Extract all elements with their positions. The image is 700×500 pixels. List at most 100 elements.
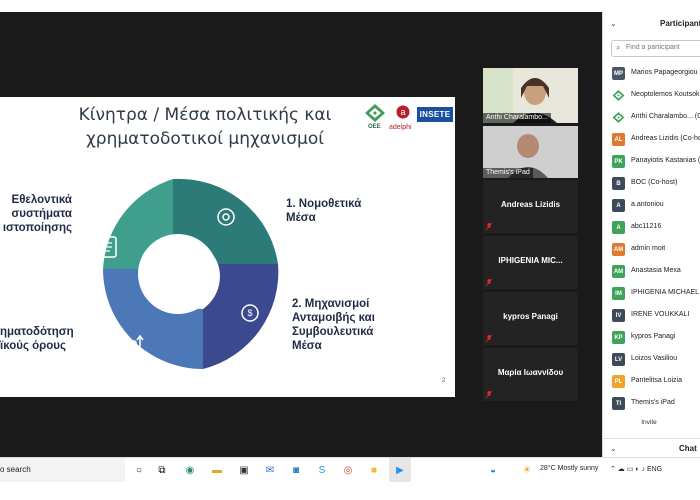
name-tile[interactable]: Andreas Lizidis [483, 180, 578, 233]
avatar: LV [612, 353, 625, 366]
chat-title: Chat [679, 444, 697, 453]
tile-participant-name: Andreas Lizidis [500, 200, 561, 209]
participant-name: abc11216 [631, 223, 662, 230]
sticky-notes-icon[interactable]: ■ [367, 463, 381, 477]
store-icon[interactable]: ▣ [237, 463, 251, 477]
slide-number: 2 [442, 378, 446, 384]
tile-participant-name: kypros Panagi [503, 312, 558, 321]
label-line: ιστοποίησης [2, 222, 72, 234]
meet-icon[interactable]: ◒ [486, 463, 500, 477]
participant-name: a.antoniou [631, 201, 664, 208]
participant-row[interactable]: AL Andreas Lizidis (Co-ho [603, 129, 700, 151]
name-tile[interactable]: Μαρία Ιωαννίδου [483, 348, 578, 401]
mic-off-icon [486, 223, 492, 230]
participant-row[interactable]: PL Pantelitsa Loizia [603, 371, 700, 393]
participants-panel: ⌄ Participants ⌕ Find a participant MP Ma… [602, 12, 700, 457]
taskbar-search-text: o search [0, 465, 31, 474]
bottom-strip [0, 482, 700, 500]
invite-button[interactable]: Invite [633, 415, 665, 429]
avatar: KP [612, 331, 625, 344]
avatar: AL [612, 133, 625, 146]
weather-text: 28°C Mostly sunny [540, 465, 599, 472]
participant-name: admin moit [631, 245, 666, 252]
participant-row[interactable]: Aa.antoniou [603, 195, 700, 217]
shared-screen: Κίνητρα / Μέσα πολιτικής και χρηματοδοτι… [0, 12, 483, 457]
file-explorer-icon[interactable]: ▬ [210, 463, 224, 477]
video-tile-anthi[interactable]: Anthi Charalambo... [483, 68, 578, 123]
participant-row[interactable]: LV Loizos Vasiliou [603, 349, 700, 371]
avatar: AM [612, 243, 625, 256]
participant-name: Pantelitsa Loizia [631, 377, 682, 384]
participant-row[interactable]: Aabc11216 [603, 217, 700, 239]
label-line: Μέσα [292, 340, 322, 352]
mic-off-icon [486, 335, 492, 342]
participant-row[interactable]: AM Anastasia Mexa [603, 261, 700, 283]
avatar: TI [612, 397, 625, 410]
video-name-label: Anthi Charalambo... [483, 113, 551, 123]
participant-row[interactable]: TI Themis's iPad [603, 393, 700, 415]
label-line: Εθελοντικά [11, 194, 72, 206]
participant-name: Neoptolemos Koutsok [631, 91, 700, 98]
taskbar-search[interactable]: o search [0, 458, 125, 483]
language-indicator[interactable]: ENG [647, 466, 662, 473]
name-tile[interactable]: kypros Panagi [483, 292, 578, 345]
name-tile[interactable]: IPHIGENIA MIC... [483, 236, 578, 289]
participant-name: Loizos Vasiliou [631, 355, 678, 362]
zoom-icon[interactable]: ▶ [393, 463, 407, 477]
participant-name: Andreas Lizidis (Co-ho [631, 135, 700, 142]
participant-name: Panayiotis Kastanias (C [631, 157, 700, 164]
edge-icon[interactable]: ◉ [183, 463, 197, 477]
presentation-slide: Κίνητρα / Μέσα πολιτικής και χρηματοδοτι… [0, 97, 455, 397]
avatar: MP [612, 67, 625, 80]
video-name-label: Themis's iPad [483, 168, 533, 178]
avatar: A [612, 221, 625, 234]
label-line: 2. Μηχανισμοί [292, 298, 370, 310]
chevron-down-icon[interactable]: ⌄ [610, 444, 617, 453]
search-icon: ⌕ [616, 43, 621, 52]
outlook-icon[interactable]: ◙ [289, 463, 303, 477]
weather-icon: ☀ [522, 464, 532, 476]
participant-row[interactable]: Neoptolemos Koutsok [603, 85, 700, 107]
chrome-icon[interactable]: ◎ [341, 463, 355, 477]
system-tray[interactable]: ⌃ ☁ ▭ ◐ ♪ ENG [610, 465, 662, 473]
participant-name: IRENE VOUKKALI [631, 311, 690, 318]
label-left-top: Εθελοντικά συστήματα ιστοποίησης [0, 193, 72, 235]
skype-icon[interactable]: S [315, 463, 329, 477]
label-line: ηματοδότηση [0, 326, 74, 338]
avatar: AM [612, 265, 625, 278]
participant-row[interactable]: KP kypros Panagi [603, 327, 700, 349]
participants-title: Participants [660, 19, 700, 28]
participant-name: Marios Papageorgiou [631, 69, 698, 76]
participant-row[interactable]: AM admin moit [603, 239, 700, 261]
mail-icon[interactable]: ✉ [263, 463, 277, 477]
label-line: συστήματα [11, 208, 72, 220]
participant-row[interactable]: MP Marios Papageorgiou [603, 63, 700, 85]
avatar: IV [612, 309, 625, 322]
chat-header[interactable]: ⌄ Chat [603, 438, 700, 458]
windows-taskbar: o search ○ ⧉ ◉ ▬ ▣ ✉ ◙ S ◎ ■ ▶ ◒ ☀ 28°C … [0, 457, 700, 483]
start-icon[interactable]: ○ [132, 463, 146, 477]
participants-header: ⌄ Participants [603, 12, 700, 36]
participant-name: kypros Panagi [631, 333, 676, 340]
participant-row[interactable]: IM IPHIGENIA MICHAEL [603, 283, 700, 305]
find-participant-placeholder: Find a participant [626, 44, 680, 51]
label-line: Ανταμοιβής και [292, 312, 375, 324]
video-tile-themis[interactable]: Themis's iPad [483, 126, 578, 178]
participant-row[interactable]: IV IRENE VOUKKALI [603, 305, 700, 327]
participants-list: MP Marios Papageorgiou Neoptolemos Koutsok… [603, 63, 700, 415]
participant-row[interactable]: B BOC (Co-host) [603, 173, 700, 195]
participant-name: Anthi Charalambo... (C [631, 113, 700, 120]
task-view-icon[interactable]: ⧉ [155, 463, 169, 477]
tile-participant-name: IPHIGENIA MIC... [498, 256, 563, 265]
participant-row[interactable]: Anthi Charalambo... (C [603, 107, 700, 129]
participant-row[interactable]: PK Panayiotis Kastanias (C [603, 151, 700, 173]
label-line: Συμβουλευτικά [292, 326, 374, 338]
label-left-bottom: ηματοδότηση ϊκούς όρους [0, 325, 78, 353]
chevron-down-icon[interactable]: ⌄ [610, 19, 617, 28]
label-right-2: 2. Μηχανισμοί Ανταμοιβής και Συμβουλευτι… [292, 297, 375, 353]
find-participant-field[interactable]: ⌕ Find a participant [611, 40, 700, 57]
label-line: 1. Νομοθετικά [286, 198, 362, 210]
label-line: ϊκούς όρους [0, 340, 66, 352]
mic-off-icon [486, 391, 492, 398]
tile-participant-name: Μαρία Ιωαννίδου [497, 368, 564, 377]
